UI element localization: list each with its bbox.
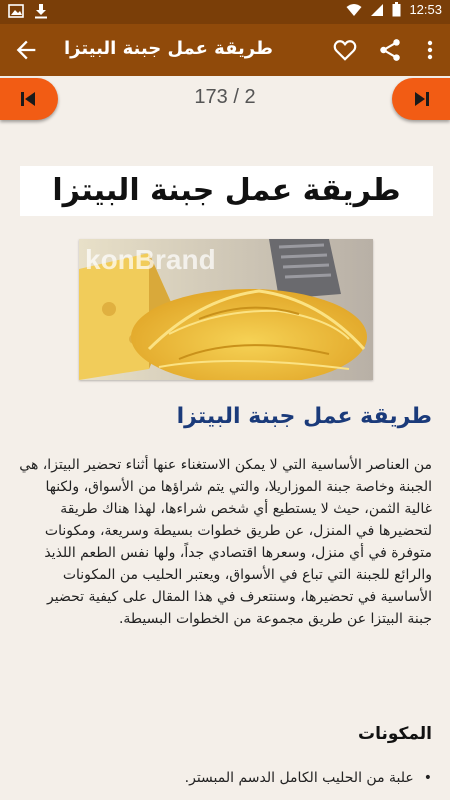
- app-bar: طريقة عمل جبنة البيتزا: [0, 24, 450, 76]
- article-subheading: طريقة عمل جبنة البيتزا: [176, 404, 432, 429]
- next-page-button[interactable]: [392, 78, 450, 120]
- article-headline: طريقة عمل جبنة البيتزا: [20, 166, 433, 216]
- page-counter: 173 / 2: [194, 86, 256, 108]
- image-watermark: konBrand: [85, 244, 216, 275]
- cheese-illustration: konBrand: [79, 239, 373, 380]
- back-arrow-icon[interactable]: [12, 36, 40, 64]
- signal-icon: [371, 3, 384, 16]
- status-bar-notifications: [8, 3, 48, 19]
- battery-icon: [392, 2, 401, 17]
- list-item: علبة من الحليب الكامل الدسم المبستر.: [12, 770, 432, 786]
- favorite-heart-icon[interactable]: [332, 37, 358, 63]
- article-paragraph: من العناصر الأساسية التي لا يمكن الاستغن…: [19, 457, 432, 627]
- shredded-cheese-image: konBrand: [79, 239, 373, 380]
- skip-next-icon: [415, 92, 429, 106]
- wifi-icon: [346, 3, 362, 16]
- status-time: 12:53: [409, 2, 442, 17]
- status-bar: 12:53: [0, 0, 450, 24]
- status-bar-system: 12:53: [346, 2, 442, 17]
- ingredients-list: علبة من الحليب الكامل الدسم المبستر.: [12, 770, 432, 786]
- app-bar-title: طريقة عمل جبنة البيتزا: [64, 38, 273, 59]
- overflow-menu-icon[interactable]: [420, 37, 440, 63]
- share-icon[interactable]: [377, 37, 403, 63]
- article-content[interactable]: طريقة عمل جبنة البيتزا konBrand طريقة عم…: [0, 124, 450, 800]
- download-icon: [35, 4, 47, 19]
- ingredients-heading: المكونات: [357, 724, 432, 744]
- image-notification-icon: [8, 4, 24, 18]
- page-navigator: 173 / 2: [0, 76, 450, 124]
